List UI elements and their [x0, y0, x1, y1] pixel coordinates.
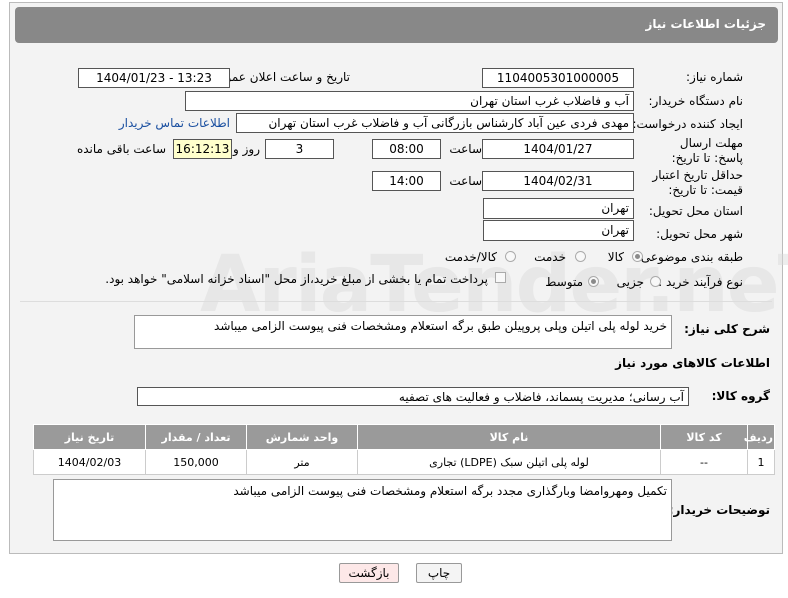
- creator-label: ایجاد کننده درخواست:: [632, 117, 743, 131]
- treasury-payment-checkbox[interactable]: [495, 272, 506, 283]
- deadline-label: مهلت ارسال پاسخ: تا تاریخ:: [671, 136, 743, 165]
- buyer-org-label: نام دستگاه خریدار:: [648, 94, 744, 108]
- remaining-time-field: 16:12:13: [173, 139, 232, 159]
- treasury-payment-note: پرداخت تمام یا بخشی از مبلغ خرید،از محل …: [105, 272, 488, 286]
- deadline-time-label: ساعت: [449, 142, 482, 156]
- goods-group-label: گروه کالا:: [711, 389, 770, 403]
- delivery-city-field: تهران: [483, 220, 634, 241]
- separator: [20, 301, 772, 302]
- process-radio-minor[interactable]: [650, 276, 661, 287]
- category-label: طبقه بندی موضوعی:: [636, 250, 743, 264]
- col-header-code: کد کالا: [660, 424, 748, 450]
- table-row: 1 -- لوله پلی اتیلن سبک (LDPE) تجاری متر…: [33, 449, 775, 475]
- goods-table: ردیف کد کالا نام کالا واحد شمارش تعداد /…: [33, 424, 775, 475]
- price-validity-time-field: 14:00: [372, 171, 441, 191]
- announce-field: 1404/01/23 - 13:23: [78, 68, 230, 88]
- buyer-notes-label: توضیحات خریدار:: [668, 503, 770, 517]
- need-number-label: شماره نیاز:: [686, 70, 743, 84]
- price-validity-date-field: 1404/02/31: [482, 171, 634, 191]
- cell-unit: متر: [246, 449, 358, 475]
- col-header-quantity: تعداد / مقدار: [145, 424, 247, 450]
- creator-field: مهدی فردی عین آباد کارشناس بازرگانی آب و…: [236, 113, 634, 133]
- print-button[interactable]: چاپ: [416, 563, 462, 583]
- col-header-need-date: تاریخ نیاز: [33, 424, 146, 450]
- page-header: جزئیات اطلاعات نیاز: [15, 7, 778, 43]
- delivery-province-field: تهران: [483, 198, 634, 219]
- buyer-notes-textarea[interactable]: تکمیل ومهروامضا وبارگذاری مجدد برگه استع…: [53, 479, 672, 541]
- price-validity-label: حداقل تاریخ اعتبار قیمت: تا تاریخ:: [652, 168, 743, 197]
- process-radio-medium[interactable]: [588, 276, 599, 287]
- cell-need-date: 1404/02/03: [33, 449, 146, 475]
- col-header-name: نام کالا: [357, 424, 661, 450]
- deadline-time-field: 08:00: [372, 139, 441, 159]
- goods-info-title: اطلاعات کالاهای مورد نیاز: [615, 356, 770, 370]
- col-header-row: ردیف: [744, 424, 775, 450]
- days-count-field: 3: [265, 139, 334, 159]
- process-label: نوع فرآیند خرید :: [658, 275, 743, 289]
- delivery-city-label: شهر محل تحویل:: [656, 227, 743, 241]
- cell-goods-code: --: [660, 449, 748, 475]
- table-header-row: ردیف کد کالا نام کالا واحد شمارش تعداد /…: [33, 424, 775, 450]
- process-option-medium: متوسط: [545, 275, 583, 289]
- summary-label: شرح کلی نیاز:: [684, 322, 770, 336]
- page-title: جزئیات اطلاعات نیاز: [645, 17, 766, 31]
- cell-row-number: 1: [747, 449, 775, 475]
- category-option-goods-service: کالا/خدمت: [444, 250, 497, 264]
- category-radio-goods[interactable]: [632, 251, 643, 262]
- price-validity-time-label: ساعت: [449, 174, 482, 188]
- cell-quantity: 150,000: [145, 449, 247, 475]
- days-label: روز و: [233, 142, 260, 156]
- category-radio-service[interactable]: [575, 251, 586, 262]
- process-option-minor: جزیی: [616, 275, 644, 289]
- category-option-goods: کالا: [607, 250, 624, 264]
- need-number-field: 1104005301000005: [482, 68, 634, 88]
- deadline-date-field: 1404/01/27: [482, 139, 634, 159]
- goods-group-field: آب رسانی؛ مدیریت پسماند، فاضلاب و فعالیت…: [137, 387, 689, 406]
- back-button[interactable]: بازگشت: [339, 563, 399, 583]
- cell-goods-name: لوله پلی اتیلن سبک (LDPE) تجاری: [357, 449, 661, 475]
- buyer-org-field: آب و فاضلاب غرب استان تهران: [185, 91, 634, 111]
- category-radio-goods-service[interactable]: [505, 251, 516, 262]
- summary-textarea[interactable]: خرید لوله پلی اتیلن وپلی پروپیلن طبق برگ…: [134, 315, 672, 349]
- buyer-contact-link[interactable]: اطلاعات تماس خریدار: [119, 116, 230, 130]
- category-option-service: خدمت: [534, 250, 566, 264]
- delivery-province-label: استان محل تحویل:: [648, 204, 743, 218]
- remaining-label: ساعت باقی مانده: [76, 142, 166, 156]
- col-header-unit: واحد شمارش: [246, 424, 358, 450]
